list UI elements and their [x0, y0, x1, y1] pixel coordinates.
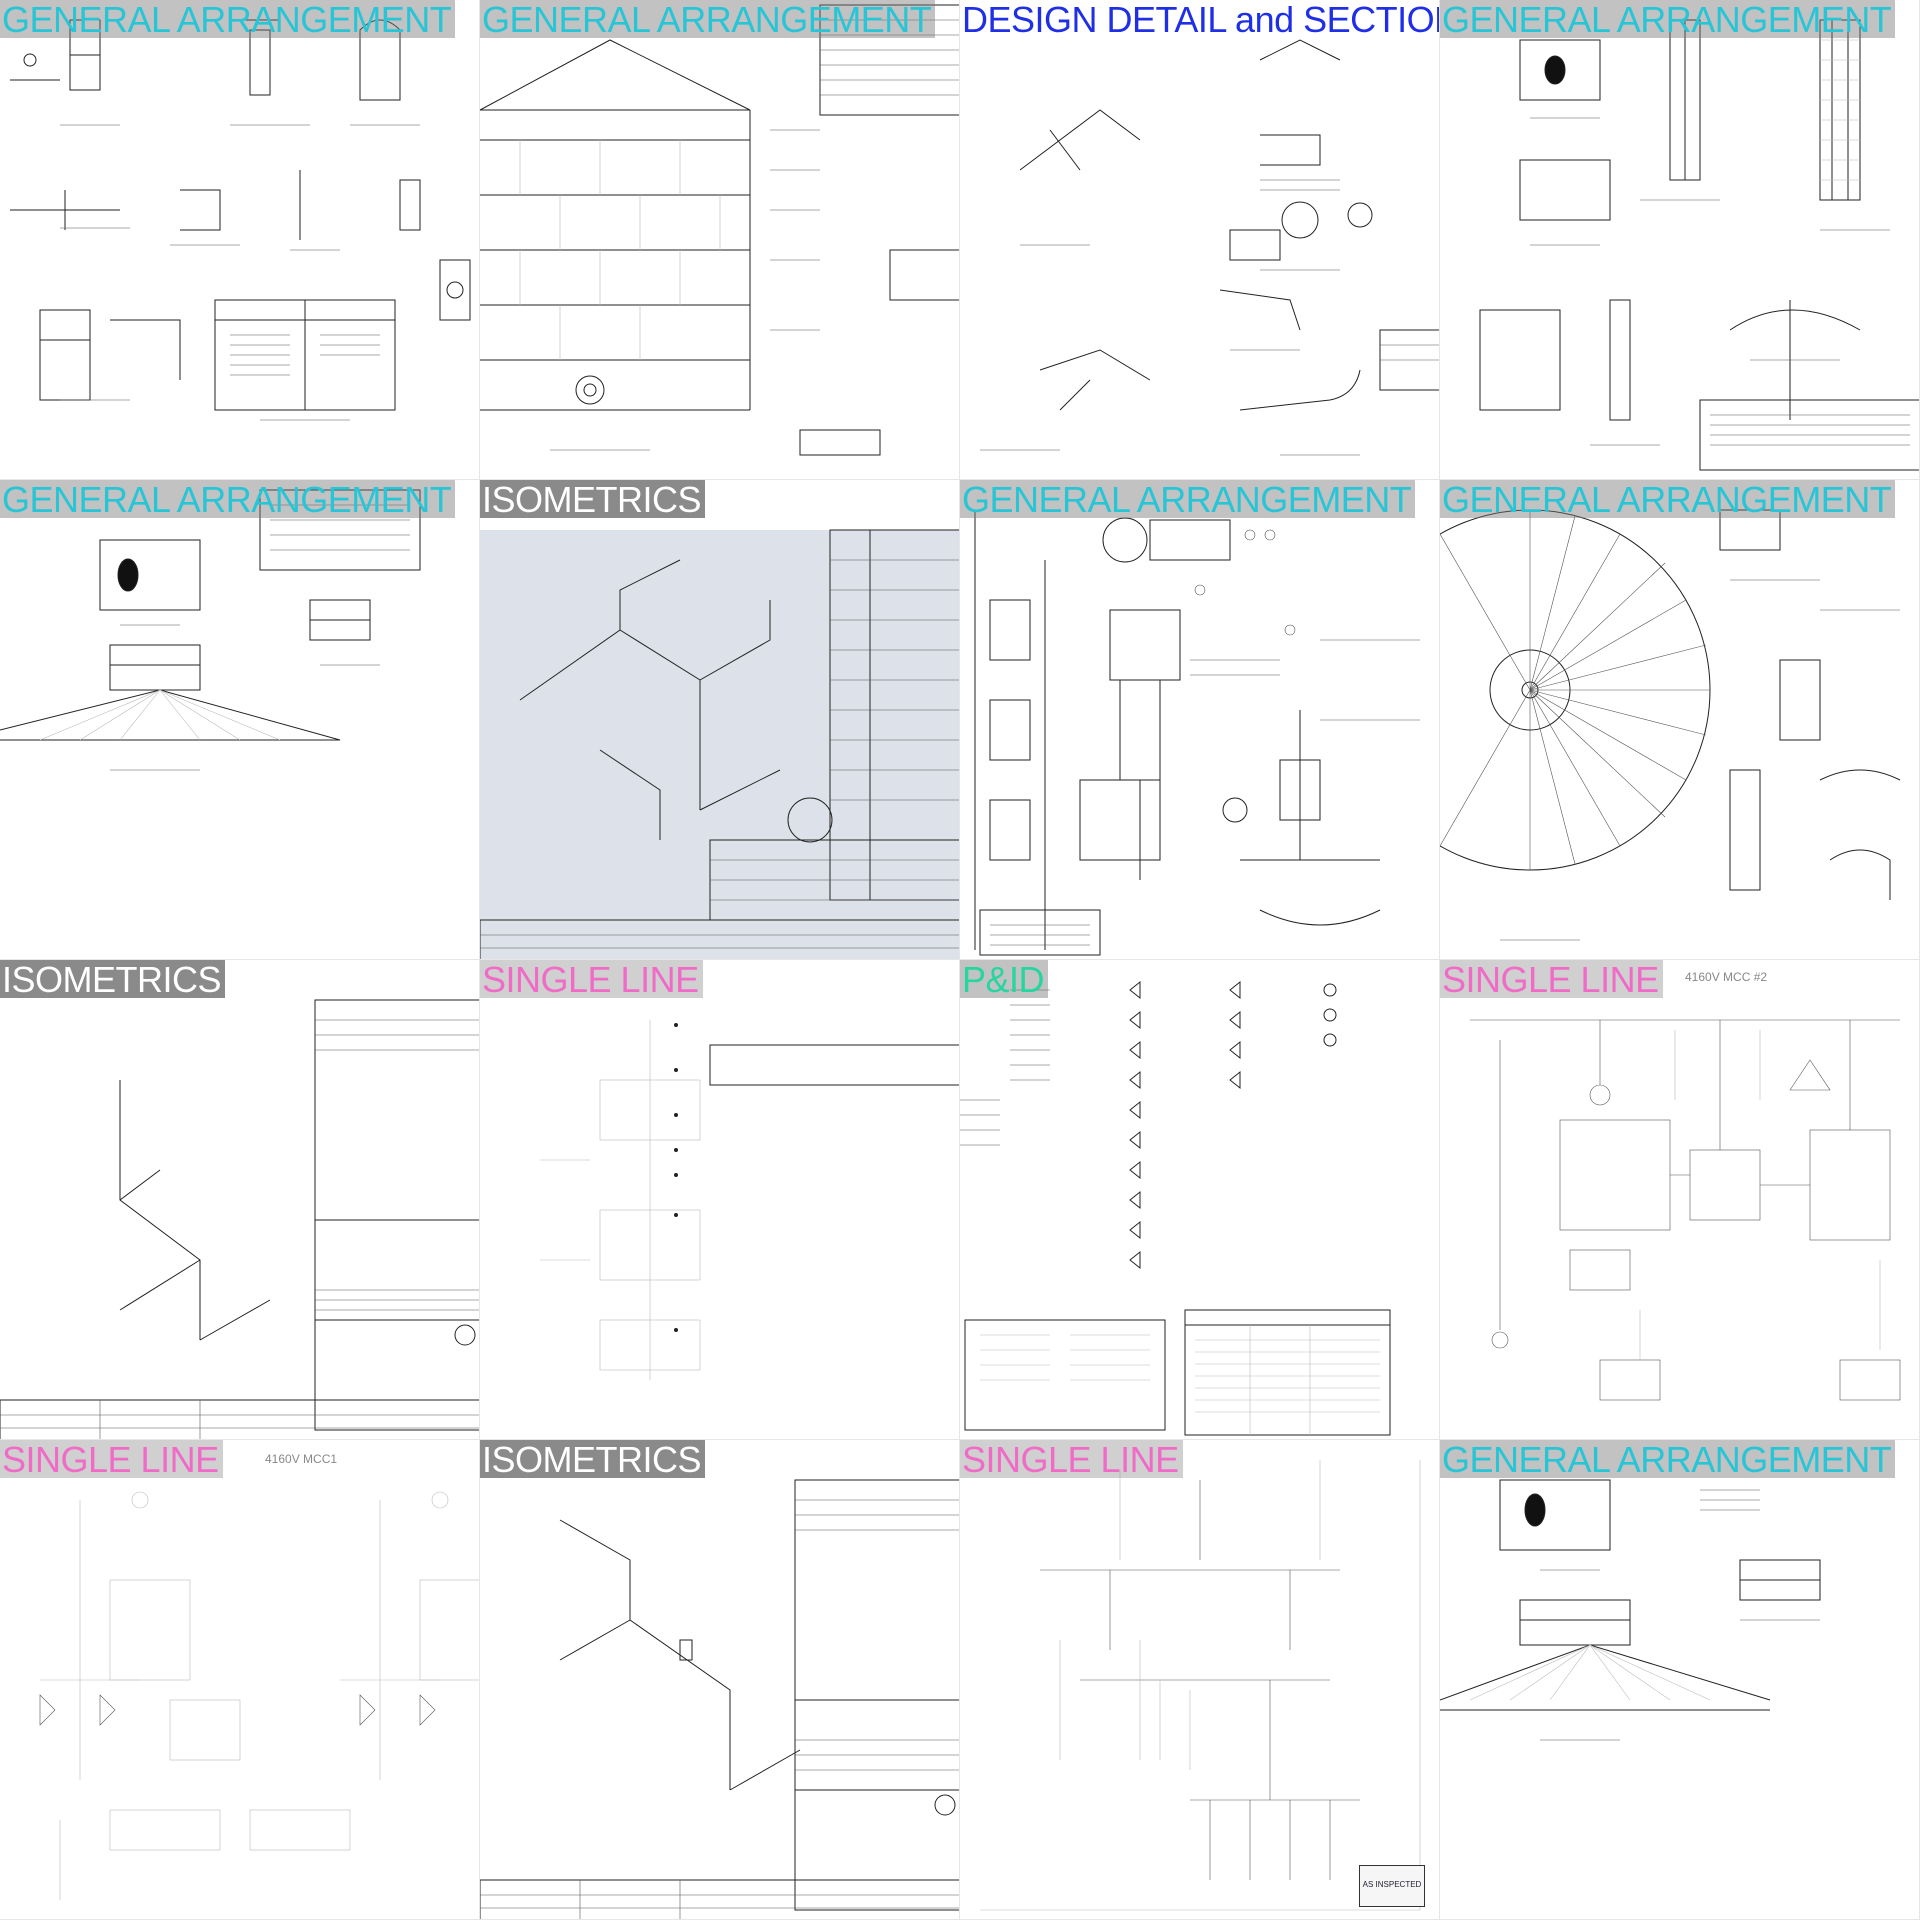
process-isometric-drawing — [480, 1479, 959, 1919]
drawing-subtitle: 4160V MCC #2 — [1685, 970, 1768, 984]
pipe-nozzle-details-drawing — [980, 39, 1439, 456]
drawing-category-label: GENERAL ARRANGEMENT — [1440, 1440, 1896, 1480]
drawing-subtitle: 4160V MCC1 — [265, 1452, 338, 1466]
stamp-text: AS INSPECTED — [1362, 1880, 1422, 1889]
tank-plan-elevation-drawing-2 — [1440, 1479, 1821, 1741]
tile-design-detail: DESIGN DETAIL and SECTION — [960, 0, 1440, 480]
tile-general-arrangement-6: GENERAL ARRANGEMENT — [1440, 480, 1920, 960]
nozzle-details-drawing — [10, 19, 471, 421]
drawing-category-label: GENERAL ARRANGEMENT — [0, 0, 456, 40]
ladder-platform-drawing — [1479, 19, 1919, 471]
drawing-category-label: SINGLE LINE — [960, 1440, 1183, 1480]
orientation-view-drawing — [1440, 509, 1901, 941]
piping-isometric-drawing — [0, 999, 479, 1439]
drawing-mosaic: GENERAL ARRANGEMENT GENERAL ARRANGEMENT … — [0, 0, 1920, 1920]
tile-single-line-3: SINGLE LINE 4160V MCC1 — [0, 1440, 480, 1920]
faint-single-line-drawing — [540, 1020, 959, 1380]
mcc-single-line-drawing — [1470, 1019, 1901, 1401]
mcc1-single-line-drawing — [39, 1491, 479, 1900]
tile-general-arrangement-1: GENERAL ARRANGEMENT — [0, 0, 480, 480]
drawing-category-label: GENERAL ARRANGEMENT — [1440, 0, 1896, 40]
tile-general-arrangement-2: GENERAL ARRANGEMENT — [480, 0, 960, 480]
drawing-category-label: ISOMETRICS — [480, 480, 706, 520]
tile-isometrics-3: ISOMETRICS — [480, 1440, 960, 1920]
tile-single-line-4: SINGLE LINE AS INSPECTED — [960, 1440, 1440, 1920]
tile-single-line-2: SINGLE LINE 4160V MCC #2 — [1440, 960, 1920, 1440]
drawing-category-label: GENERAL ARRANGEMENT — [960, 480, 1416, 520]
inspection-stamp: AS INSPECTED — [1359, 1865, 1425, 1907]
tank-plan-elevation-drawing — [0, 489, 421, 771]
tile-pid: P&ID — [960, 960, 1440, 1440]
tile-isometrics-1: ISOMETRICS — [480, 480, 960, 960]
tank-elevation-drawing — [480, 4, 959, 456]
agitator-assembly-drawing — [974, 510, 1420, 956]
drawing-category-label: DESIGN DETAIL and SECTION — [962, 0, 1440, 40]
drawing-category-label: SINGLE LINE — [480, 960, 703, 1000]
tile-isometrics-2: ISOMETRICS — [0, 960, 480, 1440]
drawing-category-label: ISOMETRICS — [480, 1440, 706, 1480]
drawing-category-label: SINGLE LINE — [0, 1440, 223, 1480]
tile-general-arrangement-3: GENERAL ARRANGEMENT — [1440, 0, 1920, 480]
drawing-category-label: GENERAL ARRANGEMENT — [1440, 480, 1896, 520]
drawing-category-label: GENERAL ARRANGEMENT — [480, 0, 936, 40]
tile-single-line-1: SINGLE LINE — [480, 960, 960, 1440]
drawing-category-label: P&ID — [960, 960, 1049, 1000]
tile-general-arrangement-4: GENERAL ARRANGEMENT — [0, 480, 480, 960]
tile-general-arrangement-7: GENERAL ARRANGEMENT — [1440, 1440, 1920, 1920]
tile-general-arrangement-5: GENERAL ARRANGEMENT — [960, 480, 1440, 960]
distribution-single-line-drawing — [980, 1460, 1421, 1911]
scanned-isometric-drawing — [480, 529, 959, 959]
drawing-category-label: ISOMETRICS — [0, 960, 226, 1000]
drawing-category-label: GENERAL ARRANGEMENT — [0, 480, 456, 520]
drawing-category-label: SINGLE LINE — [1440, 960, 1663, 1000]
pid-legend-drawing — [960, 980, 1391, 1436]
